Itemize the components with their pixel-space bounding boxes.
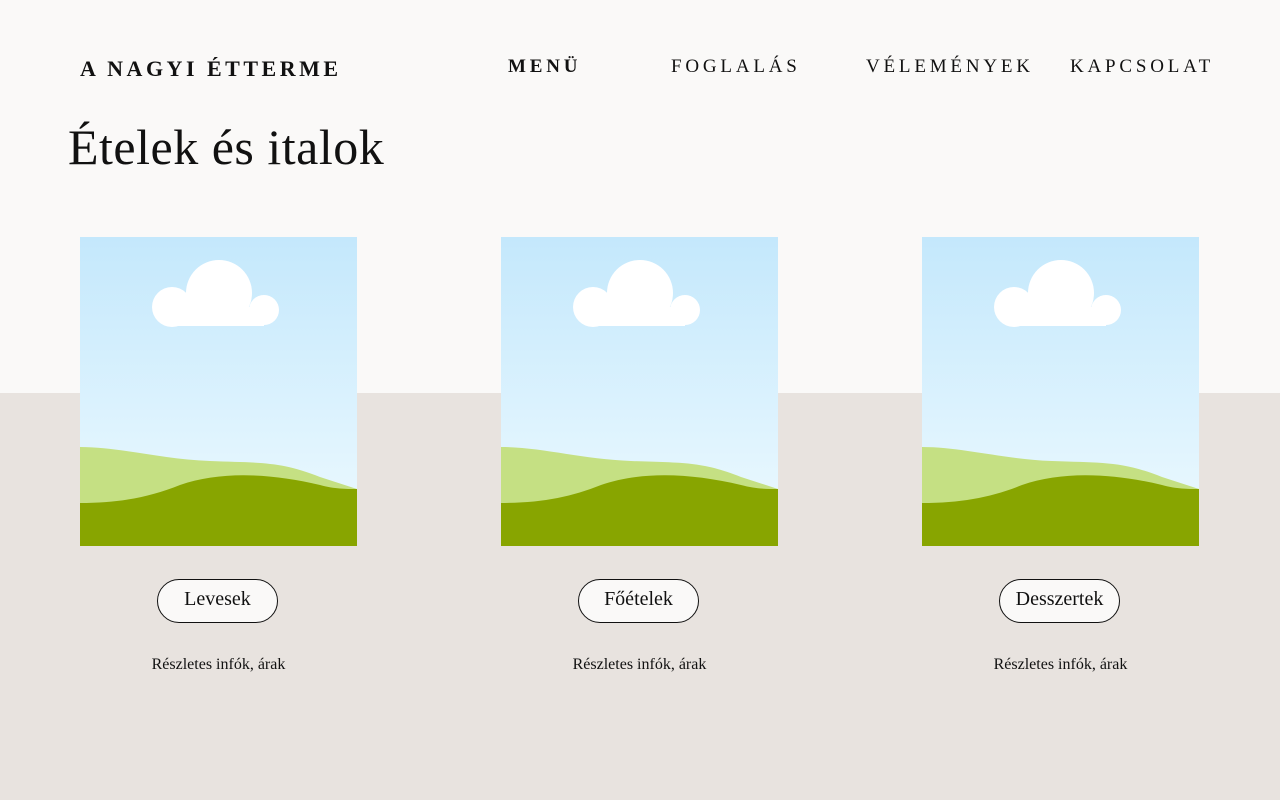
soups-details-link[interactable]: Részletes infók, árak xyxy=(80,656,357,674)
main-courses-details-link[interactable]: Részletes infók, árak xyxy=(501,656,778,674)
nav-item-contact[interactable]: KAPCSOLAT xyxy=(1070,56,1214,78)
nav-item-booking[interactable]: FOGLALÁS xyxy=(671,56,801,78)
page-title: Ételek és italok xyxy=(68,119,385,175)
main-courses-button[interactable]: Főételek xyxy=(578,579,699,623)
landscape-placeholder-icon xyxy=(501,237,778,546)
soups-button[interactable]: Levesek xyxy=(157,579,278,623)
menu-card-soups: Levesek Részletes infók, árak xyxy=(80,237,357,697)
menu-card-main-courses: Főételek Részletes infók, árak xyxy=(501,237,778,697)
nav-item-menu[interactable]: MENÜ xyxy=(508,56,581,78)
desserts-details-link[interactable]: Részletes infók, árak xyxy=(922,656,1199,674)
landscape-placeholder-icon xyxy=(922,237,1199,546)
desserts-button[interactable]: Desszertek xyxy=(999,579,1120,623)
menu-card-desserts: Desszertek Részletes infók, árak xyxy=(922,237,1199,697)
nav-item-reviews[interactable]: VÉLEMÉNYEK xyxy=(866,56,1034,78)
brand-logo[interactable]: A NAGYI ÉTTERME xyxy=(80,56,342,82)
landscape-placeholder-icon xyxy=(80,237,357,546)
